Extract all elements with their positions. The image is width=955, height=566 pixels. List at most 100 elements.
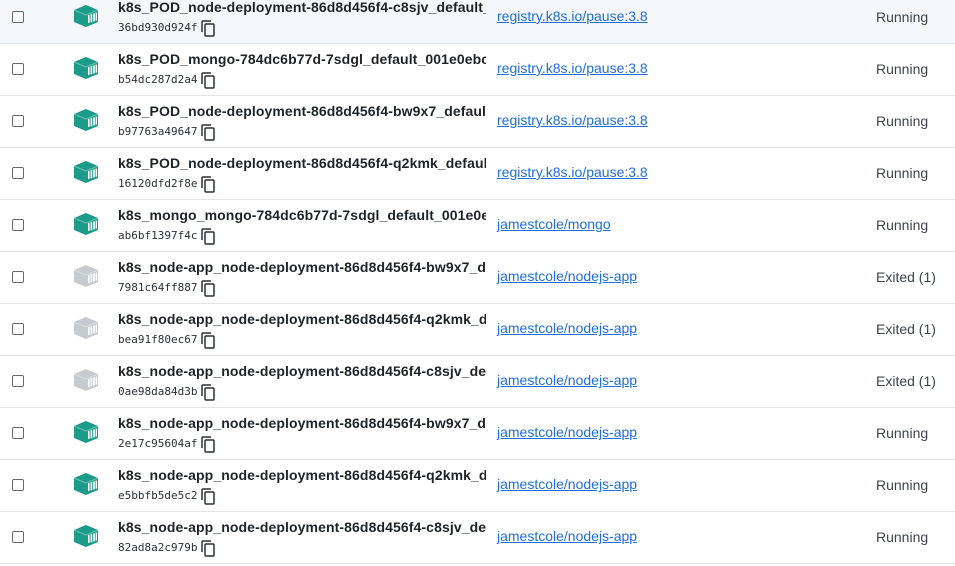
container-id-line: ab6bf1397f4c — [118, 227, 216, 245]
copy-icon[interactable] — [201, 540, 216, 557]
container-id: b97763a49647 — [118, 125, 198, 138]
container-icon — [73, 473, 99, 495]
container-id: 16120dfd2f8e — [118, 177, 198, 190]
container-icon — [73, 525, 99, 547]
container-id-line: 2e17c95604af — [118, 435, 216, 453]
copy-icon[interactable] — [201, 228, 216, 245]
container-id: 82ad8a2c979b — [118, 541, 198, 554]
container-name[interactable]: k8s_POD_node-deployment-86d8d456f4-c8sjv… — [118, 0, 486, 15]
container-id: b54dc287d2a4 — [118, 73, 198, 86]
row-checkbox[interactable] — [12, 167, 24, 179]
container-id-line: b54dc287d2a4 — [118, 71, 216, 89]
container-row[interactable]: k8s_node-app_node-deployment-86d8d456f4-… — [0, 304, 955, 356]
copy-icon[interactable] — [201, 436, 216, 453]
container-icon — [73, 161, 99, 183]
row-checkbox[interactable] — [12, 11, 24, 23]
row-checkbox[interactable] — [12, 115, 24, 127]
status-text: Exited (1) — [876, 269, 936, 285]
container-name[interactable]: k8s_POD_node-deployment-86d8d456f4-q2kmk… — [118, 155, 486, 171]
container-name[interactable]: k8s_node-app_node-deployment-86d8d456f4-… — [118, 467, 486, 483]
copy-icon[interactable] — [201, 488, 216, 505]
row-checkbox[interactable] — [12, 323, 24, 335]
container-row[interactable]: k8s_POD_node-deployment-86d8d456f4-bw9x7… — [0, 96, 955, 148]
container-icon — [73, 369, 99, 391]
copy-icon[interactable] — [201, 72, 216, 89]
status-text: Running — [876, 9, 929, 25]
container-icon — [73, 109, 99, 131]
row-checkbox[interactable] — [12, 427, 24, 439]
container-row[interactable]: k8s_node-app_node-deployment-86d8d456f4-… — [0, 512, 955, 564]
copy-icon[interactable] — [201, 20, 216, 37]
container-icon — [73, 5, 99, 27]
row-checkbox[interactable] — [12, 63, 24, 75]
container-name[interactable]: k8s_node-app_node-deployment-86d8d456f4-… — [118, 415, 486, 431]
status-text: Exited (1) — [876, 373, 936, 389]
row-checkbox[interactable] — [12, 219, 24, 231]
image-link[interactable]: jamestcole/nodejs-app — [497, 372, 637, 388]
container-row[interactable]: k8s_POD_node-deployment-86d8d456f4-c8sjv… — [0, 0, 955, 44]
container-name[interactable]: k8s_node-app_node-deployment-86d8d456f4-… — [118, 519, 486, 535]
container-row[interactable]: k8s_node-app_node-deployment-86d8d456f4-… — [0, 460, 955, 512]
container-icon — [73, 265, 99, 287]
row-checkbox[interactable] — [12, 479, 24, 491]
container-row[interactable]: k8s_node-app_node-deployment-86d8d456f4-… — [0, 252, 955, 304]
container-id-line: 36bd930d924f — [118, 19, 216, 37]
container-id: e5bbfb5de5c2 — [118, 489, 198, 502]
status-text: Running — [876, 165, 929, 181]
image-link[interactable]: registry.k8s.io/pause:3.8 — [497, 60, 648, 76]
row-checkbox[interactable] — [12, 271, 24, 283]
container-name[interactable]: k8s_mongo_mongo-784dc6b77d-7sdgl_default… — [118, 207, 486, 223]
container-id: 2e17c95604af — [118, 437, 198, 450]
container-icon — [73, 57, 99, 79]
container-id: bea91f80ec67 — [118, 333, 198, 346]
image-link[interactable]: registry.k8s.io/pause:3.8 — [497, 8, 648, 24]
container-id-line: e5bbfb5de5c2 — [118, 487, 216, 505]
containers-table: k8s_POD_node-deployment-86d8d456f4-c8sjv… — [0, 0, 955, 564]
status-text: Running — [876, 113, 929, 129]
container-row[interactable]: k8s_POD_mongo-784dc6b77d-7sdgl_default_0… — [0, 44, 955, 96]
row-checkbox[interactable] — [12, 531, 24, 543]
container-id-line: b97763a49647 — [118, 123, 216, 141]
image-link[interactable]: registry.k8s.io/pause:3.8 — [497, 164, 648, 180]
container-id: ab6bf1397f4c — [118, 229, 198, 242]
copy-icon[interactable] — [201, 280, 216, 297]
container-name[interactable]: k8s_POD_mongo-784dc6b77d-7sdgl_default_0… — [118, 51, 486, 67]
container-id-line: bea91f80ec67 — [118, 331, 216, 349]
status-text: Running — [876, 425, 929, 441]
image-link[interactable]: registry.k8s.io/pause:3.8 — [497, 112, 648, 128]
status-text: Running — [876, 477, 929, 493]
container-id: 7981c64ff887 — [118, 281, 198, 294]
container-row[interactable]: k8s_node-app_node-deployment-86d8d456f4-… — [0, 356, 955, 408]
status-text: Running — [876, 529, 929, 545]
container-row[interactable]: k8s_POD_node-deployment-86d8d456f4-q2kmk… — [0, 148, 955, 200]
container-row[interactable]: k8s_mongo_mongo-784dc6b77d-7sdgl_default… — [0, 200, 955, 252]
container-icon — [73, 213, 99, 235]
container-name[interactable]: k8s_node-app_node-deployment-86d8d456f4-… — [118, 311, 486, 327]
copy-icon[interactable] — [201, 124, 216, 141]
container-name[interactable]: k8s_node-app_node-deployment-86d8d456f4-… — [118, 259, 486, 275]
status-text: Exited (1) — [876, 321, 936, 337]
status-text: Running — [876, 217, 929, 233]
container-id: 36bd930d924f — [118, 21, 198, 34]
copy-icon[interactable] — [201, 176, 216, 193]
image-link[interactable]: jamestcole/nodejs-app — [497, 424, 637, 440]
container-id: 0ae98da84d3b — [118, 385, 198, 398]
image-link[interactable]: jamestcole/nodejs-app — [497, 476, 637, 492]
container-icon — [73, 317, 99, 339]
image-link[interactable]: jamestcole/nodejs-app — [497, 320, 637, 336]
container-name[interactable]: k8s_POD_node-deployment-86d8d456f4-bw9x7… — [118, 103, 486, 119]
container-id-line: 82ad8a2c979b — [118, 539, 216, 557]
image-link[interactable]: jamestcole/nodejs-app — [497, 528, 637, 544]
row-checkbox[interactable] — [12, 375, 24, 387]
copy-icon[interactable] — [201, 384, 216, 401]
status-text: Running — [876, 61, 929, 77]
copy-icon[interactable] — [201, 332, 216, 349]
container-id-line: 0ae98da84d3b — [118, 383, 216, 401]
container-icon — [73, 421, 99, 443]
container-name[interactable]: k8s_node-app_node-deployment-86d8d456f4-… — [118, 363, 486, 379]
image-link[interactable]: jamestcole/mongo — [497, 216, 611, 232]
image-link[interactable]: jamestcole/nodejs-app — [497, 268, 637, 284]
container-id-line: 7981c64ff887 — [118, 279, 216, 297]
container-row[interactable]: k8s_node-app_node-deployment-86d8d456f4-… — [0, 408, 955, 460]
container-id-line: 16120dfd2f8e — [118, 175, 216, 193]
